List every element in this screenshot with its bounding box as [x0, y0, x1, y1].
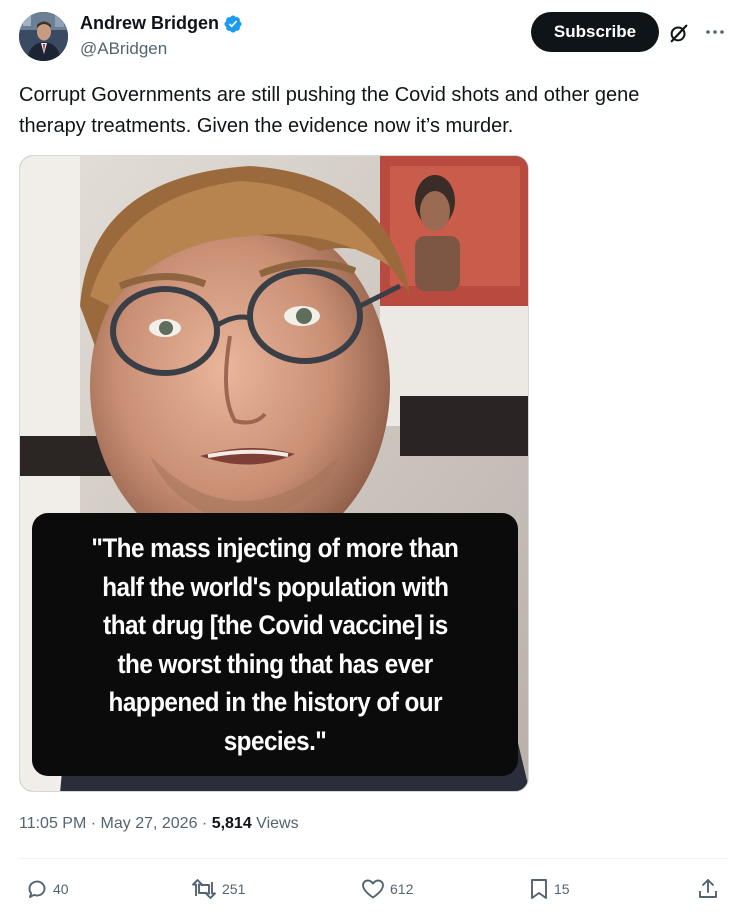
share-icon [696, 877, 720, 901]
meta-separator: · [197, 815, 212, 832]
tweet-text: Corrupt Governments are still pushing th… [19, 80, 719, 142]
reply-count: 40 [53, 881, 69, 897]
profile-photo [19, 12, 68, 61]
caption-line: species." [223, 725, 327, 756]
reply-icon [25, 877, 49, 901]
author-display-name[interactable]: Andrew Bridgen [80, 13, 219, 34]
tweet-time[interactable]: 11:05 PM [19, 815, 86, 832]
tweet-text-line: Corrupt Governments are still pushing th… [19, 84, 640, 106]
share-button[interactable] [696, 877, 720, 901]
subscribe-button[interactable]: Subscribe [531, 12, 659, 52]
views-count: 5,814 [211, 815, 252, 832]
more-dots-icon[interactable] [701, 20, 729, 44]
repost-count: 251 [222, 881, 246, 897]
meta-separator: · [86, 815, 101, 832]
tweet-date[interactable]: May 27, 2026 [101, 815, 198, 832]
caption-line: "The mass injecting of more than [91, 533, 459, 563]
bookmark-button[interactable]: 15 [528, 877, 570, 901]
like-count: 612 [390, 881, 414, 897]
bookmark-icon [528, 877, 550, 901]
author-name-row[interactable]: Andrew Bridgen [80, 13, 243, 34]
bookmark-count: 15 [554, 881, 570, 897]
media-caption-box: "The mass injecting of more than half th… [32, 513, 518, 776]
grok-icon[interactable] [667, 21, 691, 45]
repost-button[interactable]: 251 [190, 877, 245, 901]
tweet-text-line: therapy treatments. Given the evidence n… [19, 115, 514, 137]
heart-icon [360, 877, 386, 901]
verified-badge-icon [223, 14, 243, 34]
caption-line: that drug [the Covid vaccine] is [102, 610, 448, 640]
repost-icon [190, 877, 218, 901]
author-handle[interactable]: @ABridgen [80, 39, 167, 59]
divider [19, 858, 729, 859]
caption-line: happened in the history of our [108, 687, 442, 717]
avatar[interactable] [19, 12, 68, 61]
reply-button[interactable]: 40 [25, 877, 69, 901]
like-button[interactable]: 612 [360, 877, 413, 901]
caption-line: half the world's population with [101, 571, 449, 602]
views-label: Views [251, 815, 299, 832]
tweet-media-image[interactable]: "The mass injecting of more than half th… [19, 155, 529, 792]
caption-line: the worst thing that has ever [117, 648, 433, 679]
tweet-meta: 11:05 PM · May 27, 2026 · 5,814 Views [19, 815, 299, 833]
